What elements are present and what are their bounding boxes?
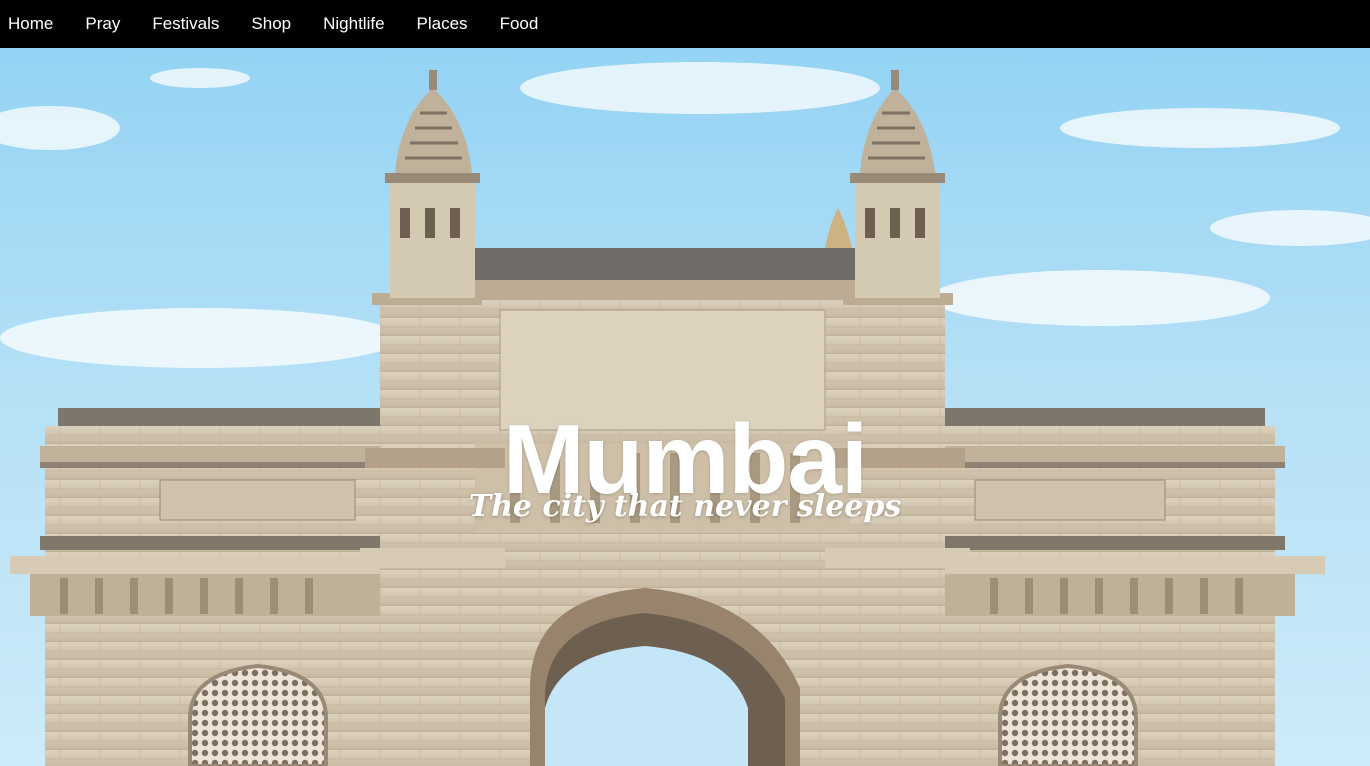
hero-subtitle: The city that never sleeps — [468, 489, 902, 524]
top-navbar: Home Pray Festivals Shop Nightlife Place… — [0, 0, 1370, 48]
nav-shop[interactable]: Shop — [235, 0, 307, 48]
nav-places[interactable]: Places — [401, 0, 484, 48]
nav-pray[interactable]: Pray — [69, 0, 136, 48]
nav-nightlife[interactable]: Nightlife — [307, 0, 400, 48]
nav-festivals[interactable]: Festivals — [136, 0, 235, 48]
hero-section: Mumbai The city that never sleeps — [0, 48, 1370, 766]
nav-food[interactable]: Food — [484, 0, 555, 48]
nav-home[interactable]: Home — [0, 0, 69, 48]
